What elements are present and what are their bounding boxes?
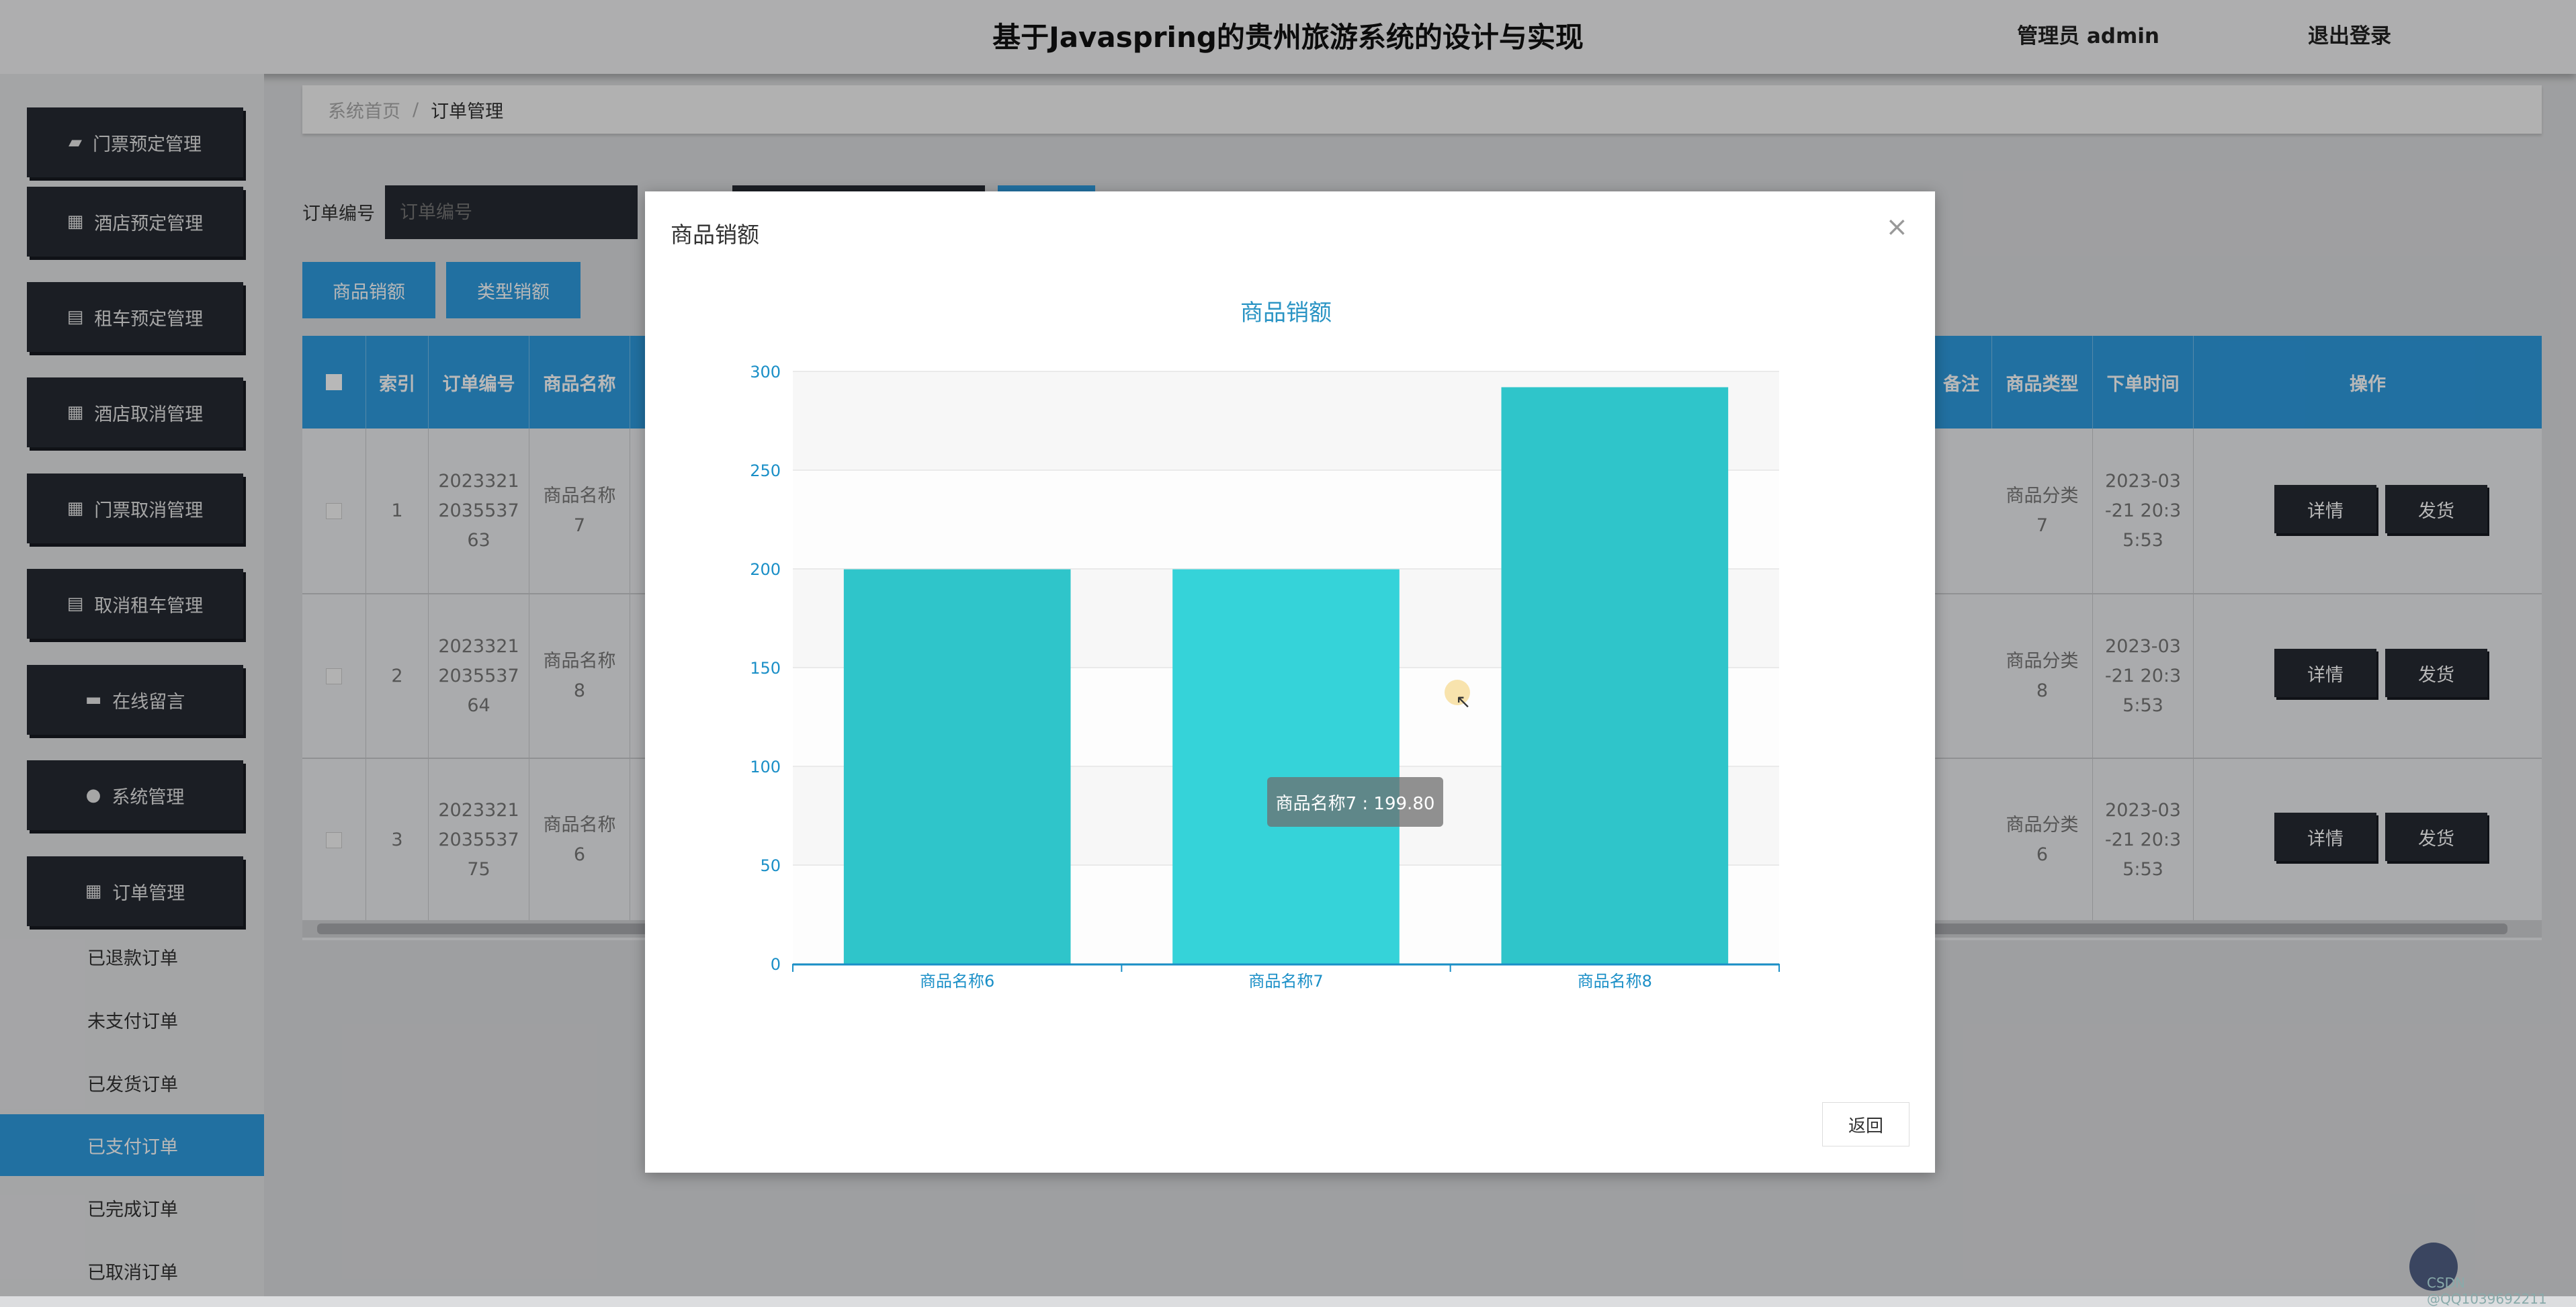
y-tick-label: 0 [771,955,781,974]
y-tick-label: 250 [750,461,781,480]
sales-modal: 商品销额 × 商品销额 0 50 100 150 200 250 300 商品名称6 商品名称7 商… [645,191,1935,1173]
y-tick-label: 100 [750,758,781,776]
y-tick-label: 150 [750,659,781,678]
return-button[interactable]: 返回 [1822,1102,1909,1146]
y-tick-label: 50 [760,856,781,875]
x-tick-label: 商品名称6 [920,972,994,991]
bar [843,569,1071,964]
bar [1501,387,1729,964]
bar [1172,569,1400,964]
y-tick-label: 300 [750,363,781,381]
x-tick-label: 商品名称7 [1248,972,1323,991]
cursor-icon: ↖ [1455,690,1471,713]
y-tick-label: 200 [750,560,781,579]
chart-title: 商品销额 [1240,300,1332,326]
watermark: CSDN @QQ1039692211 [2427,1275,2547,1307]
chart-tooltip: 商品名称7 : 199.80 [1267,777,1443,827]
x-tick-label: 商品名称8 [1578,972,1652,991]
sales-bar-chart: 商品销额 0 50 100 150 200 250 300 商品名称6 商品名称7 商品名称8 [750,300,1780,991]
